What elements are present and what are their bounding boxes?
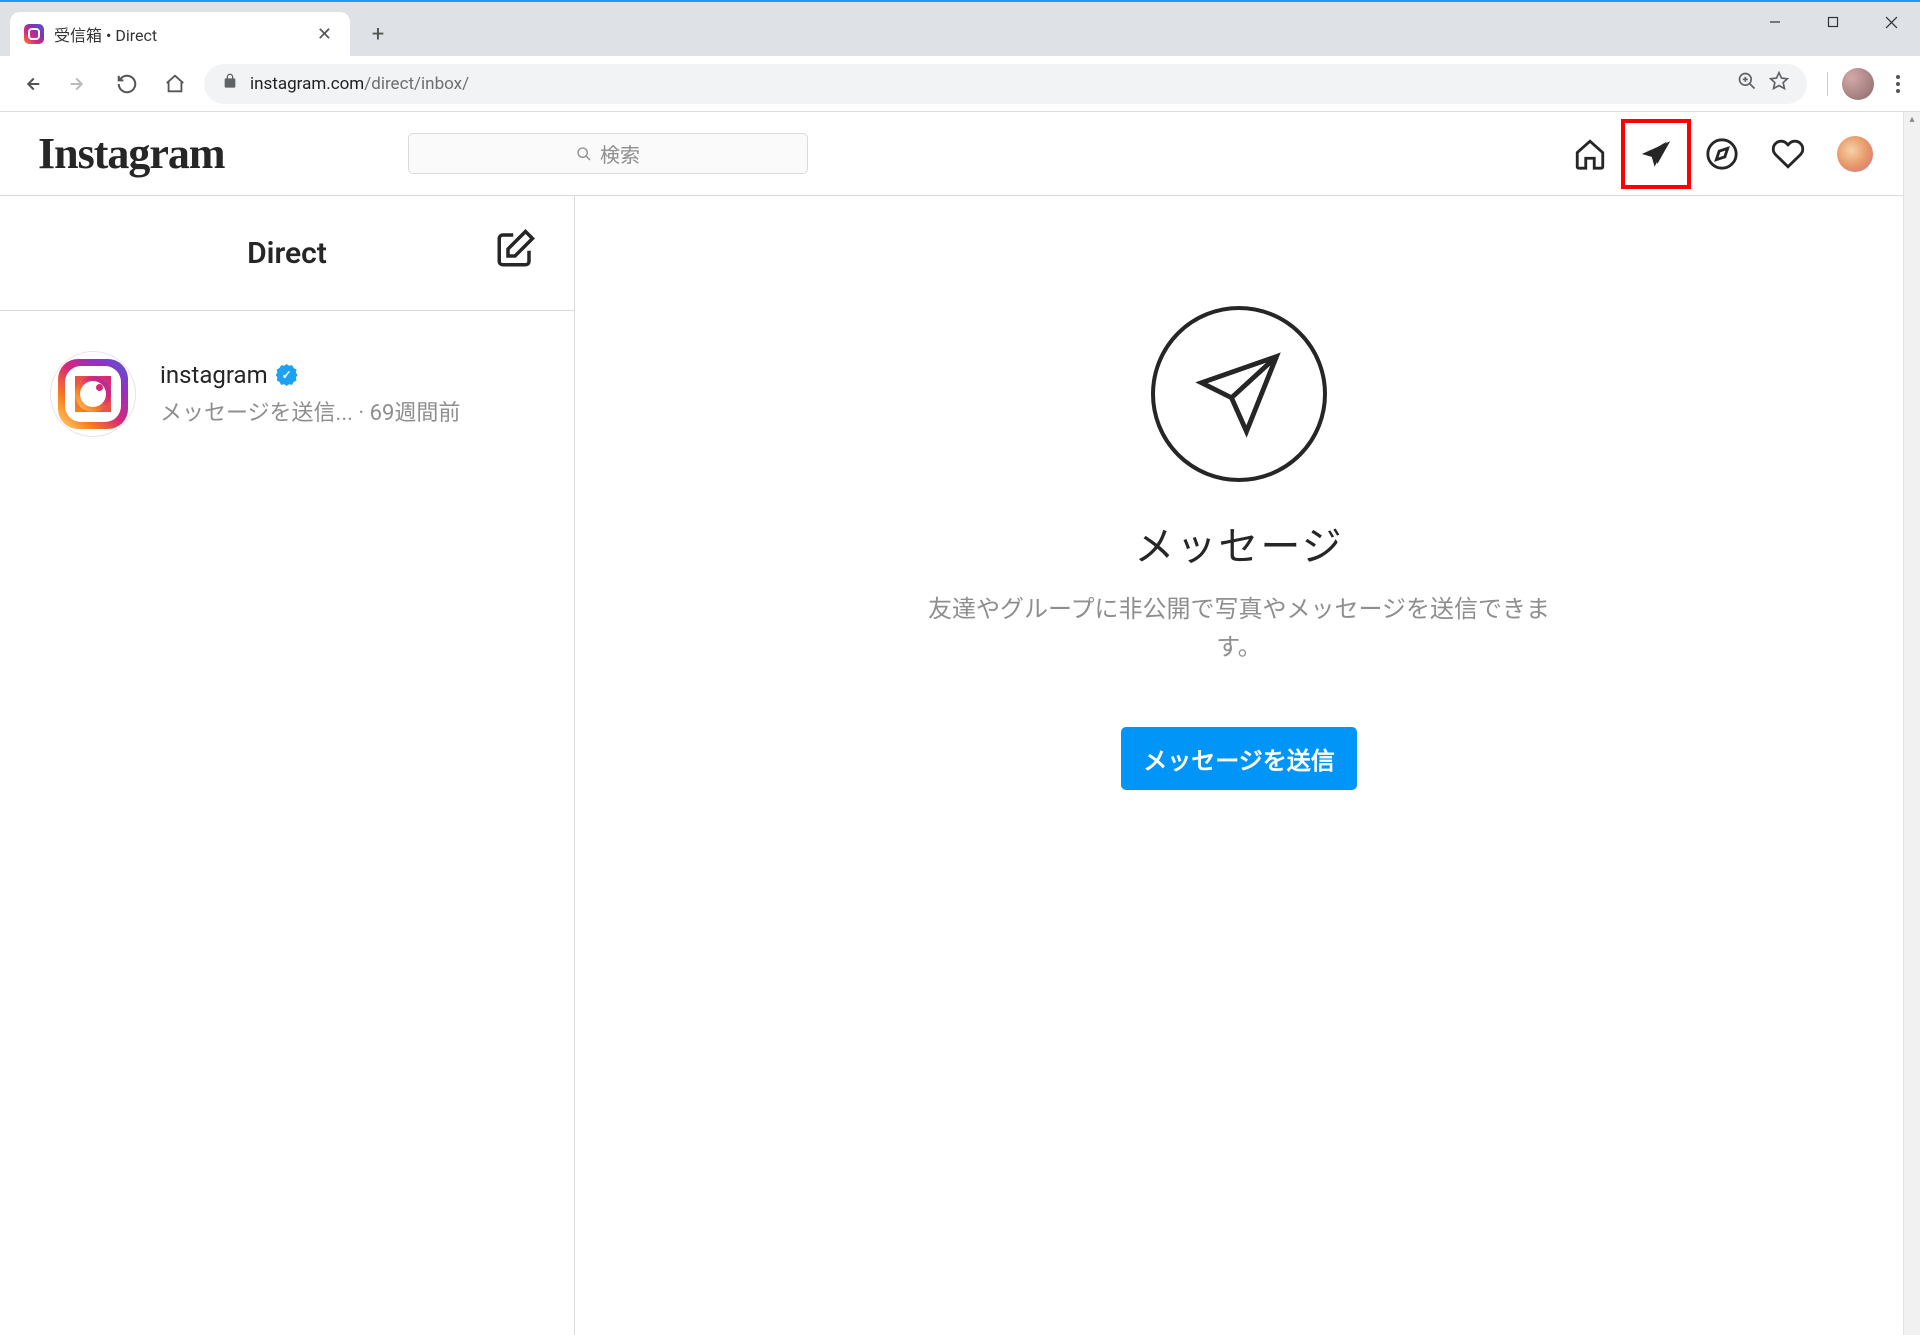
tab-title: 受信箱 • Direct xyxy=(54,22,303,46)
address-bar[interactable]: instagram.com/direct/inbox/ xyxy=(204,64,1807,104)
empty-description: 友達やグループに非公開で写真やメッセージを送信できます。 xyxy=(919,590,1559,667)
inbox-title: Direct xyxy=(247,236,327,271)
search-placeholder: 検索 xyxy=(600,139,640,168)
instagram-favicon xyxy=(24,24,44,44)
empty-state: メッセージ 友達やグループに非公開で写真やメッセージを送信できます。 メッセージ… xyxy=(575,196,1903,1335)
thread-list: instagram メッセージを送信... · 69週間前 xyxy=(0,311,574,1335)
browser-tab[interactable]: 受信箱 • Direct ✕ xyxy=(10,12,350,56)
empty-title: メッセージ xyxy=(1134,514,1343,572)
search-icon xyxy=(576,146,592,162)
back-button[interactable] xyxy=(12,65,50,103)
window-controls xyxy=(1746,2,1920,42)
direct-messages-icon[interactable] xyxy=(1639,137,1673,171)
inbox-sidebar: Direct instagram xyxy=(0,196,575,1335)
star-icon[interactable] xyxy=(1769,71,1789,96)
search-input[interactable]: 検索 xyxy=(408,133,808,174)
maximize-button[interactable] xyxy=(1804,2,1862,42)
scrollbar[interactable] xyxy=(1903,112,1920,1335)
browser-toolbar: instagram.com/direct/inbox/ xyxy=(0,56,1920,112)
forward-button[interactable] xyxy=(60,65,98,103)
verified-badge-icon xyxy=(276,364,298,386)
profile-avatar-button[interactable] xyxy=(1842,68,1874,100)
paper-plane-circle-icon xyxy=(1151,306,1327,482)
browser-tab-bar: 受信箱 • Direct ✕ + xyxy=(0,2,1920,56)
reload-button[interactable] xyxy=(108,65,146,103)
compose-message-button[interactable] xyxy=(494,228,536,278)
lock-icon xyxy=(222,73,238,94)
explore-icon[interactable] xyxy=(1705,137,1739,171)
thread-avatar xyxy=(50,351,136,437)
home-button[interactable] xyxy=(156,65,194,103)
url-text: instagram.com/direct/inbox/ xyxy=(250,74,1725,94)
thread-item[interactable]: instagram メッセージを送信... · 69週間前 xyxy=(0,337,574,451)
activity-heart-icon[interactable] xyxy=(1771,137,1805,171)
inbox-header: Direct xyxy=(0,196,574,311)
instagram-header: Instagram 検索 xyxy=(0,112,1903,196)
thread-preview: メッセージを送信... · 69週間前 xyxy=(160,395,544,427)
thread-username: instagram xyxy=(160,361,268,389)
instagram-nav xyxy=(838,136,1873,172)
send-message-button[interactable]: メッセージを送信 xyxy=(1121,727,1357,790)
home-icon[interactable] xyxy=(1573,137,1607,171)
new-tab-button[interactable]: + xyxy=(358,14,398,54)
zoom-icon[interactable] xyxy=(1737,71,1757,96)
close-window-button[interactable] xyxy=(1862,2,1920,42)
minimize-button[interactable] xyxy=(1746,2,1804,42)
separator xyxy=(1827,72,1828,96)
instagram-logo[interactable]: Instagram xyxy=(38,128,378,179)
browser-menu-button[interactable] xyxy=(1888,67,1908,101)
close-tab-icon[interactable]: ✕ xyxy=(313,22,336,47)
user-avatar[interactable] xyxy=(1837,136,1873,172)
